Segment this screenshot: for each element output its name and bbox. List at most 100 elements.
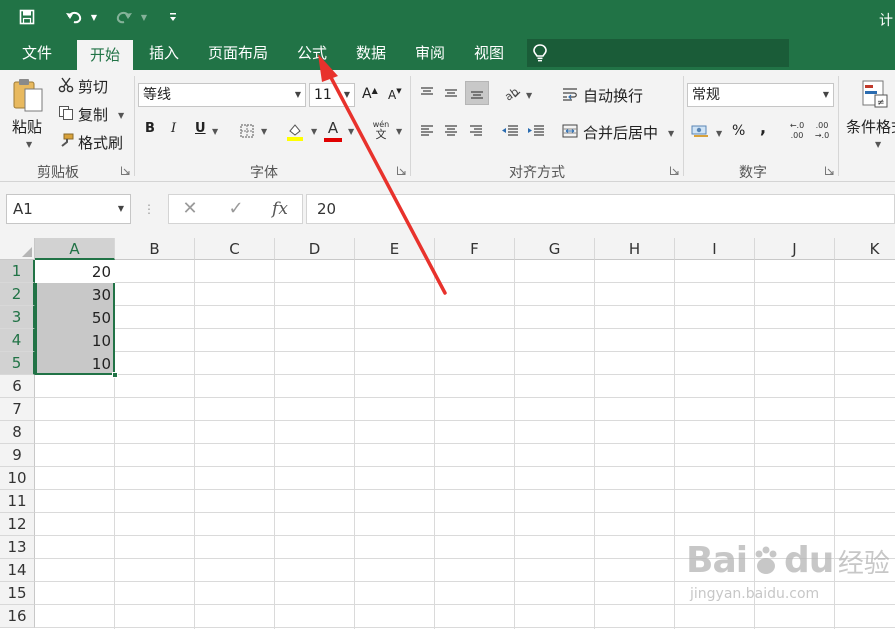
row-header-10[interactable]: 10 bbox=[0, 467, 35, 490]
accounting-format-icon[interactable] bbox=[690, 122, 710, 140]
paste-label[interactable]: 粘贴 bbox=[12, 116, 42, 137]
tell-me-box[interactable] bbox=[527, 39, 789, 67]
merge-center-button[interactable]: 合并后居中 bbox=[583, 122, 658, 143]
merge-center-icon[interactable] bbox=[561, 122, 579, 140]
row-header-3[interactable]: 3 bbox=[0, 306, 35, 329]
comma-style-button[interactable]: , bbox=[760, 118, 766, 137]
align-bottom-icon[interactable] bbox=[465, 81, 489, 105]
row-header-6[interactable]: 6 bbox=[0, 375, 35, 398]
formula-input[interactable]: 20 bbox=[306, 194, 895, 224]
align-top-icon[interactable] bbox=[418, 84, 436, 102]
fill-color-dropdown-icon[interactable]: ▼ bbox=[311, 127, 317, 136]
font-name-dropdown[interactable]: 等线 ▼ bbox=[138, 83, 306, 107]
column-header-b[interactable]: B bbox=[115, 238, 195, 260]
insert-function-button[interactable]: fx bbox=[265, 195, 295, 223]
cell-a3[interactable]: 50 bbox=[35, 306, 115, 329]
redo-icon[interactable] bbox=[112, 6, 136, 28]
borders-dropdown-icon[interactable]: ▼ bbox=[261, 127, 267, 136]
cell-a2[interactable]: 30 bbox=[35, 283, 115, 306]
copy-dropdown-icon[interactable]: ▼ bbox=[118, 111, 124, 120]
paste-icon[interactable] bbox=[10, 76, 46, 116]
tab-file[interactable]: 文件 bbox=[12, 36, 62, 70]
column-header-j[interactable]: J bbox=[755, 238, 835, 260]
row-header-5[interactable]: 5 bbox=[0, 352, 35, 375]
underline-dropdown-icon[interactable]: ▼ bbox=[212, 127, 218, 136]
save-icon[interactable] bbox=[14, 6, 40, 28]
row-header-11[interactable]: 11 bbox=[0, 490, 35, 513]
increase-indent-icon[interactable] bbox=[526, 122, 546, 140]
row-header-14[interactable]: 14 bbox=[0, 559, 35, 582]
increase-decimal-icon[interactable]: ←.0 .00 bbox=[787, 120, 807, 142]
number-launcher-icon[interactable] bbox=[825, 166, 834, 175]
merge-dropdown-icon[interactable]: ▼ bbox=[668, 129, 674, 138]
column-header-e[interactable]: E bbox=[355, 238, 435, 260]
row-header-9[interactable]: 9 bbox=[0, 444, 35, 467]
column-header-c[interactable]: C bbox=[195, 238, 275, 260]
redo-dropdown-icon[interactable]: ▼ bbox=[138, 6, 150, 28]
percent-style-button[interactable]: % bbox=[732, 123, 745, 139]
tab-formulas[interactable]: 公式 bbox=[288, 36, 336, 70]
tab-page-layout[interactable]: 页面布局 bbox=[200, 36, 276, 70]
decrease-decimal-icon[interactable]: .00 →.0 bbox=[812, 120, 832, 142]
format-painter-button[interactable]: 格式刷 bbox=[78, 132, 123, 153]
enter-button[interactable]: ✓ bbox=[221, 195, 251, 223]
font-size-dropdown[interactable]: 11 ▼ bbox=[309, 83, 355, 107]
cut-button[interactable]: 剪切 bbox=[78, 76, 108, 97]
row-header-15[interactable]: 15 bbox=[0, 582, 35, 605]
copy-icon[interactable] bbox=[57, 104, 75, 122]
name-box[interactable]: A1 ▼ bbox=[6, 194, 131, 224]
align-right-icon[interactable] bbox=[467, 122, 485, 140]
format-painter-icon[interactable] bbox=[57, 132, 75, 150]
bold-button[interactable]: B bbox=[145, 121, 155, 136]
orientation-icon[interactable]: ab bbox=[502, 84, 522, 102]
cell-a4[interactable]: 10 bbox=[35, 329, 115, 352]
wrap-text-button[interactable]: 自动换行 bbox=[583, 85, 643, 106]
conditional-format-dropdown-icon[interactable]: ▼ bbox=[875, 140, 881, 149]
decrease-indent-icon[interactable] bbox=[500, 122, 520, 140]
tab-data[interactable]: 数据 bbox=[346, 36, 396, 70]
paste-dropdown-icon[interactable]: ▼ bbox=[26, 140, 32, 149]
cell-a5[interactable]: 10 bbox=[35, 352, 115, 375]
alignment-launcher-icon[interactable] bbox=[670, 166, 679, 175]
borders-icon[interactable] bbox=[238, 122, 256, 140]
column-header-f[interactable]: F bbox=[435, 238, 515, 260]
row-header-16[interactable]: 16 bbox=[0, 605, 35, 628]
wrap-text-icon[interactable] bbox=[561, 85, 579, 103]
underline-button[interactable]: U bbox=[195, 121, 206, 136]
number-format-dropdown[interactable]: 常规 ▼ bbox=[687, 83, 834, 107]
column-header-g[interactable]: G bbox=[515, 238, 595, 260]
shrink-font-button[interactable]: A ▼ bbox=[388, 87, 402, 102]
tab-insert[interactable]: 插入 bbox=[138, 36, 190, 70]
orientation-dropdown-icon[interactable]: ▼ bbox=[526, 91, 532, 100]
align-middle-icon[interactable] bbox=[442, 84, 460, 102]
fill-color-icon[interactable] bbox=[284, 120, 306, 142]
select-all-button[interactable] bbox=[0, 238, 35, 260]
conditional-format-button[interactable]: 条件格式 bbox=[846, 116, 895, 137]
grow-font-button[interactable]: A ▲ bbox=[362, 86, 378, 103]
tab-home[interactable]: 开始 bbox=[77, 40, 133, 70]
conditional-format-icon[interactable]: ≠ bbox=[860, 78, 890, 112]
cancel-entry-button[interactable]: ✕ bbox=[175, 195, 205, 223]
undo-dropdown-icon[interactable]: ▼ bbox=[88, 6, 100, 28]
column-header-k[interactable]: K bbox=[835, 238, 895, 260]
row-header-8[interactable]: 8 bbox=[0, 421, 35, 444]
align-center-icon[interactable] bbox=[442, 122, 460, 140]
clipboard-launcher-icon[interactable] bbox=[121, 166, 130, 175]
row-header-2[interactable]: 2 bbox=[0, 283, 35, 306]
formula-bar-resize-icon[interactable]: ⋮ bbox=[143, 200, 155, 218]
italic-button[interactable]: I bbox=[171, 121, 176, 136]
phonetic-dropdown-icon[interactable]: ▼ bbox=[396, 127, 402, 136]
column-header-i[interactable]: I bbox=[675, 238, 755, 260]
row-header-12[interactable]: 12 bbox=[0, 513, 35, 536]
font-color-dropdown-icon[interactable]: ▼ bbox=[348, 127, 354, 136]
customize-qat-icon[interactable] bbox=[165, 6, 181, 28]
font-color-icon[interactable]: A bbox=[322, 120, 344, 142]
row-header-1[interactable]: 1 bbox=[0, 260, 35, 283]
column-header-a[interactable]: A bbox=[35, 238, 115, 260]
row-header-7[interactable]: 7 bbox=[0, 398, 35, 421]
font-launcher-icon[interactable] bbox=[397, 166, 406, 175]
column-header-h[interactable]: H bbox=[595, 238, 675, 260]
tab-view[interactable]: 视图 bbox=[464, 36, 514, 70]
column-header-d[interactable]: D bbox=[275, 238, 355, 260]
tab-review[interactable]: 审阅 bbox=[405, 36, 455, 70]
